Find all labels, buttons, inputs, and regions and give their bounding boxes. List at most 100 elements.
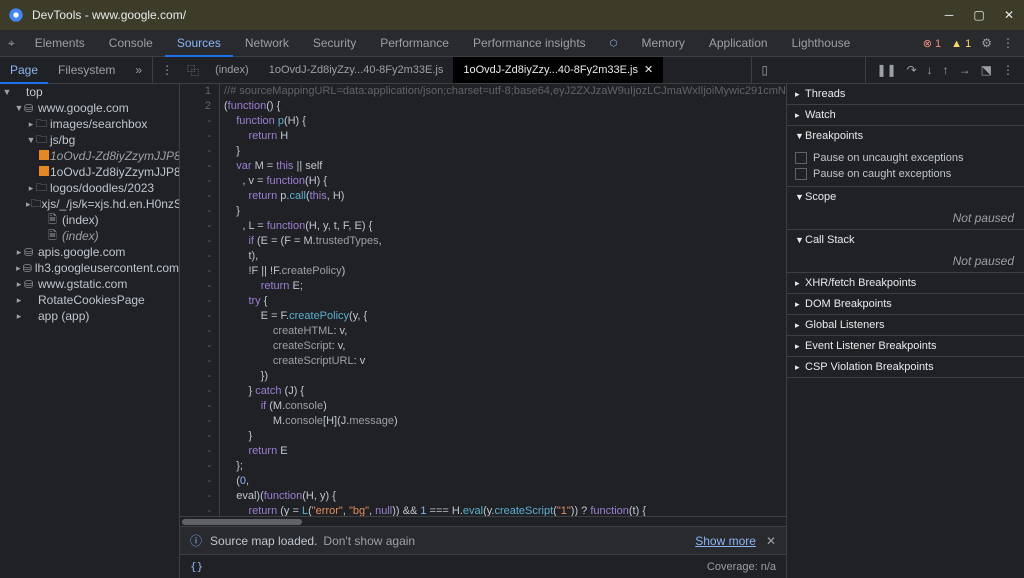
tree-arrow-icon: ▸ xyxy=(14,311,24,322)
cloud-icon: ⛁ xyxy=(24,246,38,259)
section-header[interactable]: ▸XHR/fetch Breakpoints xyxy=(787,273,1024,293)
infobar-text: Source map loaded. xyxy=(210,534,317,548)
tab-perf-insights[interactable]: Performance insights xyxy=(461,30,598,57)
tab-lighthouse[interactable]: Lighthouse xyxy=(780,30,863,57)
folder-icon: 🗀 xyxy=(31,196,42,212)
tree-label: (index) xyxy=(62,229,99,243)
close-icon[interactable]: ✕ xyxy=(644,57,653,83)
tree-label: xjs/_/js/k=xjs.hd.en.H0nzSuTZt xyxy=(42,197,179,211)
tree-arrow-icon: ▸ xyxy=(26,119,36,130)
section-header[interactable]: ▸DOM Breakpoints xyxy=(787,294,1024,314)
more-menu-icon[interactable]: ⋮ xyxy=(1002,36,1014,50)
section-header[interactable]: ▼Breakpoints xyxy=(787,126,1024,146)
tree-arrow-icon: ▸ xyxy=(14,279,24,290)
folder-icon: 🗀 xyxy=(36,116,50,132)
tab-network[interactable]: Network xyxy=(233,30,301,57)
settings-gear-icon[interactable]: ⚙ xyxy=(981,36,992,50)
tree-item[interactable]: 🗎(index) xyxy=(0,228,179,244)
sources-menu-icon[interactable]: ⋮ xyxy=(153,63,181,77)
tree-label: www.google.com xyxy=(38,101,129,115)
cloud-icon: ⛁ xyxy=(23,262,35,275)
tree-item[interactable]: 1oOvdJ-Zd8iyZzymJJP8dpJcIY xyxy=(0,164,179,180)
tree-item[interactable]: 1oOvdJ-Zd8iyZzymJJP8dpJcIY xyxy=(0,148,179,164)
file-tab-2[interactable]: 1oOvdJ-Zd8iyZzy...40-8Fy2m33E.js✕ xyxy=(453,57,663,83)
gutter[interactable]: 12------------------------------------3-… xyxy=(180,84,220,516)
debugger-controls: ❚❚ ↷ ↓ ↑ → ⬔ ⋮ xyxy=(865,57,1024,83)
tab-performance[interactable]: Performance xyxy=(368,30,461,57)
code-body[interactable]: //# sourceMappingURL=data:application/js… xyxy=(220,84,786,516)
window-title: DevTools - www.google.com/ xyxy=(32,8,942,22)
debugger-section: ▸Global Listeners xyxy=(787,315,1024,336)
tab-security[interactable]: Security xyxy=(301,30,368,57)
tree-arrow-icon: ▼ xyxy=(2,87,12,97)
tree-arrow-icon: ▸ xyxy=(14,247,24,258)
close-button[interactable]: ✕ xyxy=(1002,8,1016,22)
tree-item[interactable]: ▸🗀images/searchbox xyxy=(0,116,179,132)
toggle-sidebar-icon[interactable]: ▯ xyxy=(762,63,769,77)
file-tab-1[interactable]: 1oOvdJ-Zd8iyZzy...40-8Fy2m33E.js xyxy=(259,57,454,83)
tree-label: images/searchbox xyxy=(50,117,147,131)
tree-label: 1oOvdJ-Zd8iyZzymJJP8dpJcIY xyxy=(50,165,179,179)
deactivate-bp-icon[interactable]: ⬔ xyxy=(981,63,992,77)
cloud-icon: ⛁ xyxy=(24,278,38,291)
tree-item[interactable]: ▼ top xyxy=(0,84,179,100)
debugger-section: ▼ScopeNot paused xyxy=(787,187,1024,230)
bp-uncaught-checkbox[interactable]: Pause on uncaught exceptions xyxy=(795,150,1016,166)
step-over-icon[interactable]: ↷ xyxy=(907,63,917,77)
file-tab-0[interactable]: (index) xyxy=(205,57,259,83)
subtab-page[interactable]: Page xyxy=(0,57,48,84)
minimize-button[interactable]: ─ xyxy=(942,8,956,22)
coverage-label: Coverage: n/a xyxy=(707,561,776,573)
tab-elements[interactable]: Elements xyxy=(23,30,97,57)
bp-caught-checkbox[interactable]: Pause on caught exceptions xyxy=(795,166,1016,182)
tree-item[interactable]: ▸🗀xjs/_/js/k=xjs.hd.en.H0nzSuTZt xyxy=(0,196,179,212)
tree-item[interactable]: ▸⛁apis.google.com xyxy=(0,244,179,260)
tree-label: (index) xyxy=(62,213,99,227)
step-into-icon[interactable]: ↓ xyxy=(927,63,933,77)
section-header[interactable]: ▸Global Listeners xyxy=(787,315,1024,335)
section-header[interactable]: ▼Scope xyxy=(787,187,1024,207)
warning-badge[interactable]: ▲ 1 xyxy=(951,36,971,50)
tree-item[interactable]: ▼🗀js/bg xyxy=(0,132,179,148)
tree-item[interactable]: ▸⛁www.gstatic.com xyxy=(0,276,179,292)
error-badge[interactable]: ⊗ 1 xyxy=(923,36,941,50)
subtab-filesystem[interactable]: Filesystem xyxy=(48,57,125,84)
section-header[interactable]: ▸Threads xyxy=(787,84,1024,104)
tree-item[interactable]: ▸app (app) xyxy=(0,308,179,324)
folder-icon: 🗀 xyxy=(36,132,50,148)
tree-label: top xyxy=(26,85,43,99)
tree-item[interactable]: ▸🗀logos/doodles/2023 xyxy=(0,180,179,196)
tree-item[interactable]: ▸⛁lh3.googleusercontent.com xyxy=(0,260,179,276)
tree-label: apis.google.com xyxy=(38,245,125,259)
infobar-dont-show[interactable]: Don't show again xyxy=(323,534,415,548)
tree-item[interactable]: ▼⛁www.google.com xyxy=(0,100,179,116)
subtab-overflow[interactable]: » xyxy=(125,57,152,84)
tab-console[interactable]: Console xyxy=(97,30,165,57)
horizontal-scrollbar[interactable] xyxy=(180,516,786,526)
file-tabs: (index) 1oOvdJ-Zd8iyZzy...40-8Fy2m33E.js… xyxy=(205,57,663,83)
step-out-icon[interactable]: ↑ xyxy=(943,63,949,77)
tab-application[interactable]: Application xyxy=(697,30,780,57)
infobar-show-more[interactable]: Show more xyxy=(695,534,756,548)
section-header[interactable]: ▸Watch xyxy=(787,105,1024,125)
debugger-panel: ▸Threads▸Watch▼Breakpoints Pause on uncau… xyxy=(786,84,1024,578)
infobar-close-icon[interactable]: ✕ xyxy=(766,534,776,548)
debugger-menu-icon[interactable]: ⋮ xyxy=(1002,63,1014,77)
tree-item[interactable]: ▸RotateCookiesPage xyxy=(0,292,179,308)
js-file-icon xyxy=(38,165,50,180)
pretty-print-icon[interactable]: {} xyxy=(190,560,203,573)
main-tabs: ⌖ Elements Console Sources Network Secur… xyxy=(0,30,1024,57)
tree-item[interactable]: 🗎(index) xyxy=(0,212,179,228)
maximize-button[interactable]: ▢ xyxy=(972,8,986,22)
inspect-icon[interactable]: ⌖ xyxy=(0,36,23,51)
pause-icon[interactable]: ❚❚ xyxy=(876,63,896,77)
section-header[interactable]: ▸CSP Violation Breakpoints xyxy=(787,357,1024,377)
dock-icon[interactable]: ⿻ xyxy=(181,62,205,79)
step-icon[interactable]: → xyxy=(959,63,971,77)
tab-sources[interactable]: Sources xyxy=(165,30,233,57)
section-header[interactable]: ▸Event Listener Breakpoints xyxy=(787,336,1024,356)
not-paused-label: Not paused xyxy=(787,207,1024,229)
tab-memory[interactable]: Memory xyxy=(630,30,697,57)
section-header[interactable]: ▼Call Stack xyxy=(787,230,1024,250)
debugger-section: ▸Event Listener Breakpoints xyxy=(787,336,1024,357)
